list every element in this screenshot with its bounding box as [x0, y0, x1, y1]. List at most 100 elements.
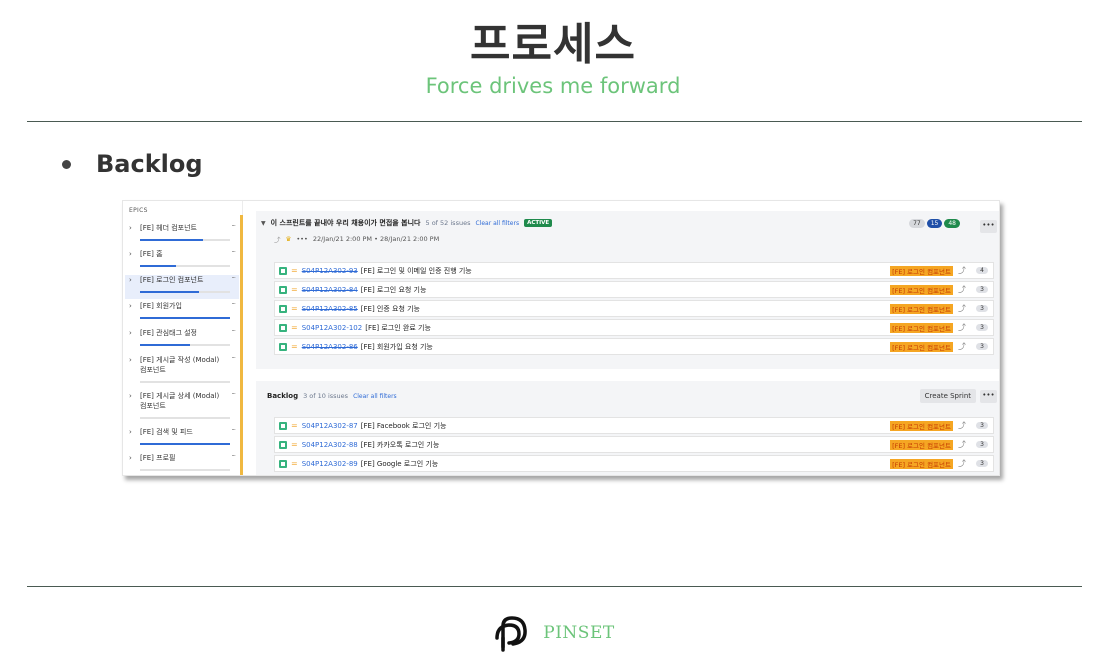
- issue-key-link[interactable]: S04P12A302-89: [302, 460, 358, 468]
- issue-key-link[interactable]: S04P12A302-84: [302, 286, 358, 294]
- epic-more-icon[interactable]: ···: [231, 452, 236, 460]
- assignee-avatar-icon[interactable]: ⤴: [958, 341, 966, 352]
- epic-item[interactable]: › [FE] 관심태그 설정 ···: [125, 327, 239, 352]
- backlog-issue-count: 3 of 10 issues: [303, 392, 349, 400]
- epic-item[interactable]: › [FE] 헤더 컴포넌트 ···: [125, 222, 239, 247]
- issue-row[interactable]: = S04P12A302-88 [FE] 카카오톡 로그인 기능 [FE] 로그인 컴…: [274, 436, 994, 453]
- issue-key-link[interactable]: S04P12A302-85: [302, 305, 358, 313]
- issue-summary: [FE] 로그인 요청 기능: [360, 285, 427, 294]
- epic-item[interactable]: › [FE] 게시글 작성 (Modal) 컴포넌트 ···: [125, 354, 239, 389]
- epic-label: [FE] 회원가입: [140, 302, 182, 310]
- issue-epic-tag[interactable]: [FE] 로그인 컴포넌트: [890, 284, 953, 295]
- issue-epic-tag[interactable]: [FE] 로그인 컴포넌트: [890, 439, 953, 450]
- epic-item[interactable]: › [FE] 로그인 컴포넌트 ···: [125, 274, 239, 299]
- sprint-name: 이 스프린트를 끝내야 우리 채용이가 면접을 봅니다: [270, 219, 421, 227]
- epic-more-icon[interactable]: ···: [231, 426, 236, 434]
- epic-more-icon[interactable]: ···: [231, 300, 236, 308]
- issue-key-link[interactable]: S04P12A302-86: [302, 343, 358, 351]
- story-icon: [279, 323, 287, 332]
- issue-summary: [FE] Facebook 로그인 기능: [360, 421, 447, 430]
- epic-more-icon[interactable]: ···: [231, 248, 236, 256]
- issue-row[interactable]: = S04P12A302-93 [FE] 로그인 및 이메일 인증 진행 기능 [FE…: [274, 262, 994, 279]
- epics-scrollbar[interactable]: [240, 215, 243, 475]
- issue-key-link[interactable]: S04P12A302-88: [302, 441, 358, 449]
- epic-progress-fill: [140, 239, 203, 241]
- issue-summary: [FE] 로그인 및 이메일 인증 진행 기능: [360, 266, 472, 275]
- points-done-badge: 48: [944, 219, 960, 228]
- top-divider: [27, 121, 1082, 122]
- issue-epic-tag[interactable]: [FE] 로그인 컴포넌트: [890, 322, 953, 333]
- epic-more-icon[interactable]: ···: [231, 222, 236, 230]
- epic-item[interactable]: › [FE] 프로필 ···: [125, 452, 239, 475]
- issue-epic-tag[interactable]: [FE] 로그인 컴포넌트: [890, 458, 953, 469]
- chevron-down-icon[interactable]: ▼: [261, 220, 266, 227]
- issue-summary: [FE] 인증 요청 기능: [360, 304, 420, 313]
- pinset-logo-icon[interactable]: [491, 612, 533, 654]
- epic-more-icon[interactable]: ···: [231, 327, 236, 335]
- chevron-right-icon[interactable]: ›: [129, 454, 132, 462]
- epic-progress-fill: [140, 317, 230, 319]
- chevron-right-icon[interactable]: ›: [129, 356, 132, 364]
- issue-epic-tag[interactable]: [FE] 로그인 컴포넌트: [890, 303, 953, 314]
- chevron-right-icon[interactable]: ›: [129, 276, 132, 284]
- assignee-avatar-icon[interactable]: ⤴: [958, 458, 966, 469]
- issue-summary: [FE] 로그인 완료 기능: [365, 323, 431, 332]
- sprint-panel: ▼ 이 스프린트를 끝내야 우리 채용이가 면접을 봅니다 5 of 52 is…: [256, 211, 999, 369]
- epic-item[interactable]: › [FE] 회원가입 ···: [125, 300, 239, 325]
- chevron-right-icon[interactable]: ›: [129, 428, 132, 436]
- sprint-menu-button[interactable]: •••: [980, 220, 997, 233]
- assignee-avatar-icon[interactable]: ⤴: [958, 284, 966, 295]
- footer-brand[interactable]: PINSET: [543, 623, 614, 643]
- backlog-screenshot: EPICS › [FE] 헤더 컴포넌트 ··· › [FE] 홈 ··· › [FE] 로그…: [122, 200, 1000, 476]
- epic-progress-bar: [140, 344, 230, 346]
- footer: PINSET: [0, 612, 1106, 654]
- epic-item[interactable]: › [FE] 검색 및 피드 ···: [125, 426, 239, 451]
- story-icon: [279, 459, 287, 468]
- assignee-avatar-icon[interactable]: ⤴: [958, 439, 966, 450]
- issue-row[interactable]: = S04P12A302-89 [FE] Google 로그인 기능 [FE] 로그인…: [274, 455, 994, 472]
- epic-label: [FE] 게시글 작성 (Modal) 컴포넌트: [140, 356, 220, 374]
- epic-item[interactable]: › [FE] 게시글 상세 (Modal) 컴포넌트 ···: [125, 390, 239, 425]
- chevron-right-icon[interactable]: ›: [129, 302, 132, 310]
- assignee-avatar-icon[interactable]: ⤴: [958, 322, 966, 333]
- issue-row[interactable]: = S04P12A302-86 [FE] 회원가입 요청 기능 [FE] 로그인 컴포…: [274, 338, 994, 355]
- issue-row[interactable]: = S04P12A302-84 [FE] 로그인 요청 기능 [FE] 로그인 컴포넌…: [274, 281, 994, 298]
- issue-epic-tag[interactable]: [FE] 로그인 컴포넌트: [890, 341, 953, 352]
- epic-label: [FE] 헤더 컴포넌트: [140, 224, 198, 232]
- issue-epic-tag[interactable]: [FE] 로그인 컴포넌트: [890, 265, 953, 276]
- chevron-right-icon[interactable]: ›: [129, 250, 132, 258]
- issue-key-link[interactable]: S04P12A302-87: [302, 422, 358, 430]
- epic-more-icon[interactable]: ···: [231, 274, 236, 282]
- epic-progress-bar: [140, 381, 230, 383]
- issue-key-link[interactable]: S04P12A302-102: [302, 324, 363, 332]
- chevron-right-icon[interactable]: ›: [129, 329, 132, 337]
- chevron-right-icon[interactable]: ›: [129, 224, 132, 232]
- chevron-right-icon[interactable]: ›: [129, 392, 132, 400]
- assignee-avatar-icon[interactable]: ⤴: [958, 303, 966, 314]
- epic-more-icon[interactable]: ···: [231, 354, 236, 362]
- epic-more-icon[interactable]: ···: [231, 390, 236, 398]
- backlog-header: Backlog 3 of 10 issues Clear all filters: [267, 392, 397, 400]
- backlog-clear-filters-link[interactable]: Clear all filters: [353, 393, 397, 400]
- section-heading: Backlog: [96, 150, 203, 178]
- issue-summary: [FE] 카카오톡 로그인 기능: [360, 440, 440, 449]
- backlog-menu-button[interactable]: •••: [980, 390, 997, 403]
- issue-row[interactable]: = S04P12A302-87 [FE] Facebook 로그인 기능 [FE] 로…: [274, 417, 994, 434]
- assignee-avatar-icon[interactable]: ⤴: [958, 265, 966, 276]
- create-sprint-button[interactable]: Create Sprint: [919, 389, 976, 403]
- assignee-avatar-icon[interactable]: ⤴: [958, 420, 966, 431]
- issue-row[interactable]: = S04P12A302-102 [FE] 로그인 완료 기능 [FE] 로그인 컴포…: [274, 319, 994, 336]
- epic-item[interactable]: › [FE] 홈 ···: [125, 248, 239, 273]
- issue-epic-tag[interactable]: [FE] 로그인 컴포넌트: [890, 420, 953, 431]
- epic-label: [FE] 로그인 컴포넌트: [140, 276, 204, 284]
- priority-medium-icon: =: [291, 285, 298, 294]
- sprint-more-button[interactable]: •••: [296, 235, 308, 243]
- priority-medium-icon: =: [291, 459, 298, 468]
- story-points-badge: 3: [976, 324, 988, 331]
- issue-key-link[interactable]: S04P12A302-93: [302, 267, 358, 275]
- sprint-meta: ⤴ ♛ ••• 22/Jan/21 2:00 PM • 28/Jan/21 2:…: [274, 234, 439, 244]
- sprint-clear-filters-link[interactable]: Clear all filters: [475, 220, 519, 227]
- epic-progress-bar: [140, 239, 230, 241]
- issue-row[interactable]: = S04P12A302-85 [FE] 인증 요청 기능 [FE] 로그인 컴포넌트…: [274, 300, 994, 317]
- story-points-badge: 3: [976, 441, 988, 448]
